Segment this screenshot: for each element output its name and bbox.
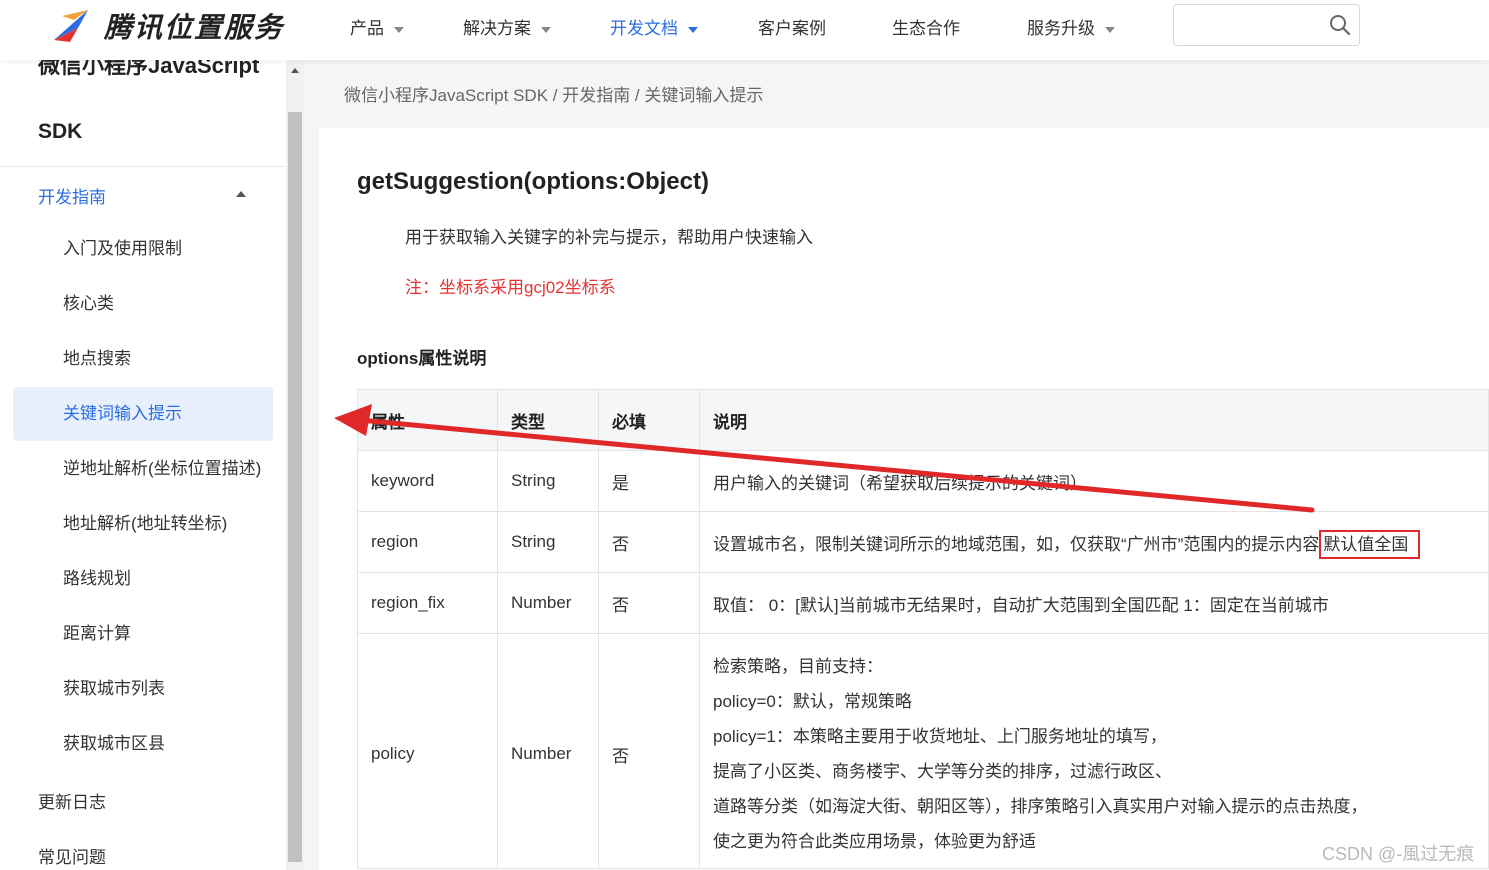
cell-type: Number: [497, 633, 599, 869]
nav-item-label: 服务升级: [1027, 19, 1095, 38]
table-row: region_fix Number 否 取值： 0：[默认]当前城市无结果时，自…: [357, 572, 1489, 634]
nav-item-upgrade[interactable]: 服务升级: [1027, 14, 1115, 39]
nav-item-label: 产品: [350, 19, 384, 38]
cell-desc: 取值： 0：[默认]当前城市无结果时，自动扩大范围到全国匹配 1：固定在当前城市: [699, 572, 1489, 634]
scrollbar-thumb[interactable]: [288, 112, 302, 862]
cell-required: 否: [598, 572, 700, 634]
nav-item-label: 解决方案: [463, 19, 531, 38]
chevron-down-icon: [1105, 26, 1115, 33]
coordinate-note: 注：坐标系采用gcj02坐标系: [405, 278, 616, 297]
options-heading: options属性说明: [357, 349, 487, 368]
sidebar-item-core-classes[interactable]: 核心类: [13, 277, 273, 331]
breadcrumb[interactable]: 微信小程序JavaScript SDK / 开发指南 / 关键词输入提示: [344, 81, 763, 106]
table-row: policy Number 否 检索策略，目前支持： policy=0：默认，常…: [357, 633, 1489, 869]
sidebar-group-dev-guide[interactable]: 开发指南: [38, 183, 106, 208]
table-header-row: 属性 类型 必填 说明: [357, 389, 1489, 451]
column-header: 类型: [497, 389, 599, 451]
table-row: region String 否 设置城市名，限制关键词所示的地域范围，如，仅获取…: [357, 511, 1489, 573]
sidebar-item-geocoder[interactable]: 地址解析(地址转坐标): [13, 497, 273, 551]
column-header: 属性: [357, 389, 498, 451]
cell-attr: region_fix: [357, 572, 498, 634]
nav-item-label: 客户案例: [758, 19, 826, 38]
chevron-down-icon: [688, 26, 698, 33]
search-box: [1173, 4, 1360, 46]
policy-line: 提高了小区类、商务楼宇、大学等分类的排序，过滤行政区、: [713, 762, 1172, 781]
chevron-down-icon: [541, 26, 551, 33]
nav-item-label: 开发文档: [610, 19, 678, 38]
cell-type: Number: [497, 572, 599, 634]
brand-name[interactable]: 腾讯位置服务: [104, 6, 284, 46]
search-icon[interactable]: [1329, 14, 1351, 36]
policy-line: policy=0：默认，常规策略: [713, 692, 912, 711]
nav-item-solutions[interactable]: 解决方案: [463, 14, 551, 39]
scroll-up-icon[interactable]: [291, 68, 299, 73]
nav-item-products[interactable]: 产品: [350, 14, 404, 39]
logo-icon[interactable]: [48, 6, 96, 46]
sidebar-item-city-districts[interactable]: 获取城市区县: [13, 717, 273, 771]
cell-type: String: [497, 511, 599, 573]
nav-item-docs[interactable]: 开发文档: [610, 14, 698, 39]
divider: [0, 166, 286, 167]
options-table: 属性 类型 必填 说明 keyword String 是 用户输入的关键词（希望…: [357, 389, 1489, 869]
nav-item-ecosystem[interactable]: 生态合作: [892, 14, 960, 39]
sidebar-item-faq[interactable]: 常见问题: [38, 843, 106, 868]
cell-type: String: [497, 450, 599, 512]
sidebar-scrollbar[interactable]: [286, 60, 304, 870]
sidebar-title-line2: SDK: [38, 120, 83, 143]
policy-line: 检索策略，目前支持：: [713, 657, 883, 676]
policy-line: policy=1：本策略主要用于收货地址、上门服务地址的填写，: [713, 727, 1167, 746]
column-header: 说明: [699, 389, 1489, 451]
nav-item-label: 生态合作: [892, 19, 960, 38]
sidebar-item-route-planning[interactable]: 路线规划: [13, 552, 273, 606]
sidebar-item-keyword-suggestion[interactable]: 关键词输入提示: [13, 387, 273, 441]
sidebar-item-reverse-geocoder[interactable]: 逆地址解析(坐标位置描述): [13, 442, 273, 496]
cell-attr: region: [357, 511, 498, 573]
cell-attr: policy: [357, 633, 498, 869]
cell-desc-text: 设置城市名，限制关键词所示的地域范围，如，仅获取“广州市”范围内的提示内容: [713, 534, 1320, 554]
nav-item-cases[interactable]: 客户案例: [758, 14, 826, 39]
column-header: 必填: [598, 389, 700, 451]
sidebar-item-getting-started[interactable]: 入门及使用限制: [13, 222, 273, 276]
watermark: CSDN @-風过无痕: [1322, 844, 1475, 864]
function-description: 用于获取输入关键字的补完与提示，帮助用户快速输入: [405, 228, 813, 247]
sidebar-item-distance[interactable]: 距离计算: [13, 607, 273, 661]
cell-required: 是: [598, 450, 700, 512]
cell-desc: 用户输入的关键词（希望获取后续提示的关键词）: [699, 450, 1489, 512]
page-title: getSuggestion(options:Object): [357, 168, 709, 195]
cell-required: 否: [598, 511, 700, 573]
sidebar-item-place-search[interactable]: 地点搜索: [13, 332, 273, 386]
sidebar-item-city-list[interactable]: 获取城市列表: [13, 662, 273, 716]
table-row: keyword String 是 用户输入的关键词（希望获取后续提示的关键词）: [357, 450, 1489, 512]
chevron-down-icon: [394, 26, 404, 33]
policy-line: 道路等分类（如海淀大街、朝阳区等），排序策略引入真实用户对输入提示的点击热度，: [713, 797, 1368, 816]
sidebar-item-changelog[interactable]: 更新日志: [38, 788, 106, 813]
top-navbar: 腾讯位置服务 产品 解决方案 开发文档 客户案例 生态合作 服务升级: [0, 0, 1489, 60]
search-input[interactable]: [1182, 5, 1332, 43]
highlight-box: 默认值全国: [1319, 529, 1421, 559]
cell-desc: 检索策略，目前支持： policy=0：默认，常规策略 policy=1：本策略…: [699, 633, 1489, 869]
sidebar: 微信小程序JavaScript SDK 开发指南 入门及使用限制 核心类 地点搜…: [0, 60, 286, 870]
cell-required: 否: [598, 633, 700, 869]
cell-desc: 设置城市名，限制关键词所示的地域范围，如，仅获取“广州市”范围内的提示内容 默认值…: [699, 511, 1489, 573]
chevron-up-icon[interactable]: [236, 191, 246, 197]
cell-attr: keyword: [357, 450, 498, 512]
sidebar-title: 微信小程序JavaScript: [38, 60, 260, 78]
